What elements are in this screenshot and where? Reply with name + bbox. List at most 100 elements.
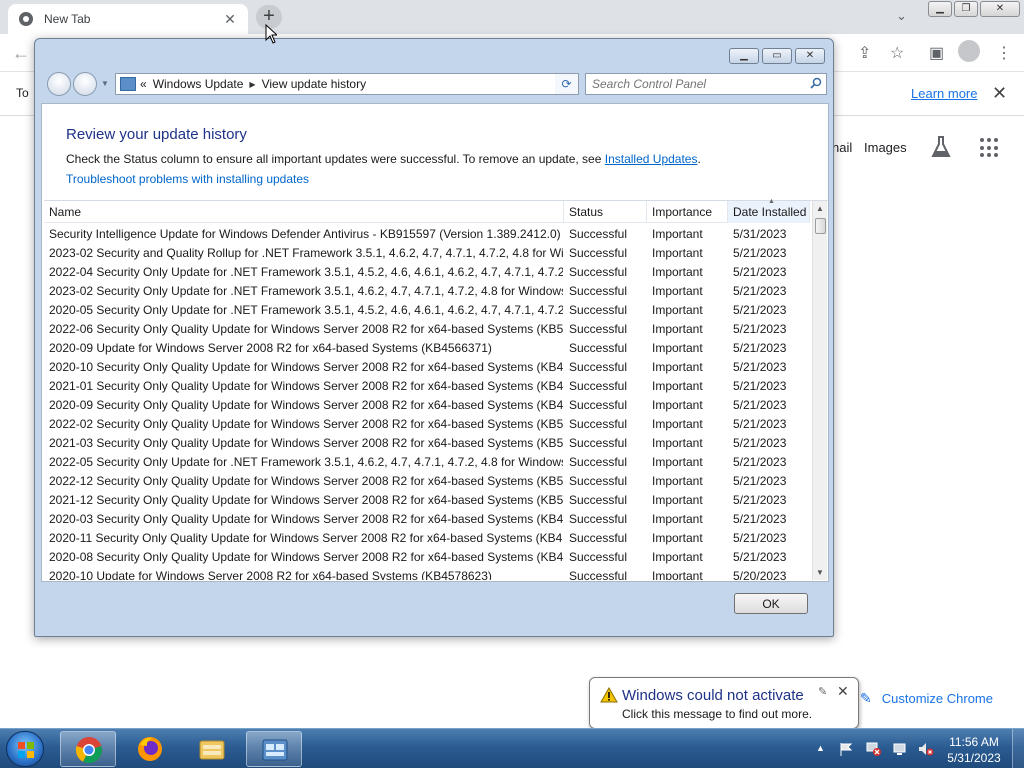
table-row[interactable]: 2021-12 Security Only Quality Update for…	[44, 490, 810, 509]
nav-back-icon[interactable]	[47, 72, 71, 96]
table-row[interactable]: 2023-02 Security and Quality Rollup for …	[44, 243, 810, 262]
dialog-maximize-icon[interactable]: ▭	[762, 48, 792, 64]
chrome-icon	[75, 737, 102, 764]
table-row[interactable]: 2022-04 Security Only Update for .NET Fr…	[44, 262, 810, 281]
info-bar-close-icon[interactable]: ✕	[992, 83, 1007, 104]
update-name-cell: 2022-02 Security Only Quality Update for…	[49, 417, 563, 431]
update-name-cell: 2021-01 Security Only Quality Update for…	[49, 379, 563, 393]
show-desktop-button[interactable]	[1012, 729, 1024, 768]
tab-search-chevron-icon[interactable]: ⌄	[896, 8, 907, 24]
troubleshoot-link[interactable]: Troubleshoot problems with installing up…	[66, 172, 309, 186]
scroll-down-icon[interactable]: ▼	[816, 568, 824, 577]
share-icon[interactable]: ⇪	[858, 43, 871, 63]
table-row[interactable]: 2022-05 Security Only Update for .NET Fr…	[44, 452, 810, 471]
table-row[interactable]: 2021-03 Security Only Quality Update for…	[44, 433, 810, 452]
learn-more-link[interactable]: Learn more	[911, 86, 977, 101]
kebab-menu-icon[interactable]: ⋮	[996, 43, 1012, 63]
mouse-cursor-icon	[265, 24, 277, 44]
tab-new-tab[interactable]: New Tab ✕	[8, 4, 248, 34]
date-installed-cell: 5/31/2023	[733, 227, 787, 241]
taskbar-windows-explorer[interactable]	[184, 731, 240, 767]
table-row[interactable]: 2020-10 Update for Windows Server 2008 R…	[44, 566, 810, 580]
date-installed-cell: 5/21/2023	[733, 341, 787, 355]
dialog-close-icon[interactable]: ✕	[795, 48, 825, 64]
labs-flask-icon[interactable]	[930, 135, 952, 159]
table-row[interactable]: 2020-10 Security Only Quality Update for…	[44, 357, 810, 376]
bookmark-star-icon[interactable]: ☆	[890, 43, 904, 63]
table-row[interactable]: 2021-01 Security Only Quality Update for…	[44, 376, 810, 395]
scroll-up-icon[interactable]: ▲	[816, 204, 824, 213]
customize-chrome-button[interactable]: ✎ Customize Chrome	[852, 684, 1008, 712]
google-apps-icon[interactable]	[980, 138, 1000, 158]
breadcrumb-overflow[interactable]: «	[140, 77, 147, 91]
update-name-cell: 2020-05 Security Only Update for .NET Fr…	[49, 303, 563, 317]
table-row[interactable]: 2020-05 Security Only Update for .NET Fr…	[44, 300, 810, 319]
search-icon[interactable]	[810, 77, 822, 89]
scroll-thumb[interactable]	[815, 218, 826, 234]
windows-logo-icon	[18, 742, 34, 758]
table-row[interactable]: 2022-12 Security Only Quality Update for…	[44, 471, 810, 490]
notification-options-icon[interactable]: ✎	[818, 685, 827, 698]
back-arrow-icon[interactable]: ←	[12, 43, 30, 64]
taskbar-firefox[interactable]	[122, 731, 178, 767]
breadcrumb-windows-update[interactable]: Windows Update	[153, 77, 244, 91]
search-input[interactable]	[586, 74, 800, 94]
importance-cell: Important	[652, 531, 703, 545]
volume-muted-icon[interactable]	[918, 741, 934, 757]
table-row[interactable]: 2023-02 Security Only Update for .NET Fr…	[44, 281, 810, 300]
description-text: Check the Status column to ensure all im…	[66, 152, 605, 166]
table-row[interactable]: 2020-08 Security Only Quality Update for…	[44, 547, 810, 566]
breadcrumb-separator-icon[interactable]: ▶	[249, 80, 255, 89]
importance-cell: Important	[652, 398, 703, 412]
breadcrumb-view-update-history[interactable]: View update history	[262, 77, 367, 91]
side-panel-icon[interactable]: ▣	[929, 43, 944, 63]
table-row[interactable]: 2022-02 Security Only Quality Update for…	[44, 414, 810, 433]
activation-notification[interactable]: Windows could not activate Click this me…	[589, 677, 859, 729]
minimize-icon[interactable]: ▁	[928, 1, 952, 17]
gmail-link[interactable]: nail	[832, 140, 852, 155]
window-close-icon[interactable]: ✕	[980, 1, 1020, 17]
network-icon[interactable]	[892, 741, 908, 757]
table-row[interactable]: 2020-11 Security Only Quality Update for…	[44, 528, 810, 547]
recent-pages-chevron-icon[interactable]: ▼	[101, 79, 109, 88]
taskbar-clock[interactable]: 11:56 AM 5/31/2023	[944, 734, 1004, 766]
column-header-status[interactable]: Status	[564, 201, 647, 223]
page-title: Review your update history	[66, 126, 247, 143]
taskbar-control-panel[interactable]	[246, 731, 302, 767]
refresh-icon[interactable]: ⟳	[555, 73, 579, 95]
date-installed-cell: 5/21/2023	[733, 474, 787, 488]
date-installed-cell: 5/21/2023	[733, 512, 787, 526]
profile-avatar-icon[interactable]	[958, 40, 980, 62]
ok-button[interactable]: OK	[734, 593, 808, 614]
status-cell: Successful	[569, 569, 628, 580]
table-row[interactable]: 2022-06 Security Only Quality Update for…	[44, 319, 810, 338]
column-header-importance[interactable]: Importance	[647, 201, 728, 223]
importance-cell: Important	[652, 360, 703, 374]
tab-close-icon[interactable]: ✕	[222, 11, 238, 28]
table-row[interactable]: 2020-09 Security Only Quality Update for…	[44, 395, 810, 414]
table-row[interactable]: 2020-03 Security Only Quality Update for…	[44, 509, 810, 528]
nav-forward-icon[interactable]	[73, 72, 97, 96]
table-row[interactable]: 2020-09 Update for Windows Server 2008 R…	[44, 338, 810, 357]
update-name-cell: 2022-12 Security Only Quality Update for…	[49, 474, 563, 488]
importance-cell: Important	[652, 341, 703, 355]
start-button[interactable]	[6, 731, 44, 767]
taskbar-chrome[interactable]	[60, 731, 116, 767]
installed-updates-link[interactable]: Installed Updates	[605, 152, 698, 166]
action-center-flag-icon[interactable]	[838, 741, 854, 757]
vertical-scrollbar[interactable]: ▲ ▼	[812, 201, 827, 580]
dialog-minimize-icon[interactable]: ▁	[729, 48, 759, 64]
importance-cell: Important	[652, 493, 703, 507]
status-cell: Successful	[569, 417, 628, 431]
notification-title: Windows could not activate	[622, 687, 804, 704]
table-row[interactable]: Security Intelligence Update for Windows…	[44, 224, 810, 243]
network-warning-icon[interactable]	[866, 741, 882, 757]
notification-close-icon[interactable]: ✕	[837, 683, 849, 700]
status-cell: Successful	[569, 455, 628, 469]
importance-cell: Important	[652, 246, 703, 260]
images-link[interactable]: Images	[864, 140, 907, 155]
restore-icon[interactable]: ❐	[954, 1, 978, 17]
address-bar[interactable]: « Windows Update ▶ View update history ▼	[115, 73, 579, 95]
column-header-name[interactable]: Name	[44, 201, 564, 223]
show-hidden-icons-icon[interactable]: ▲	[816, 743, 825, 753]
